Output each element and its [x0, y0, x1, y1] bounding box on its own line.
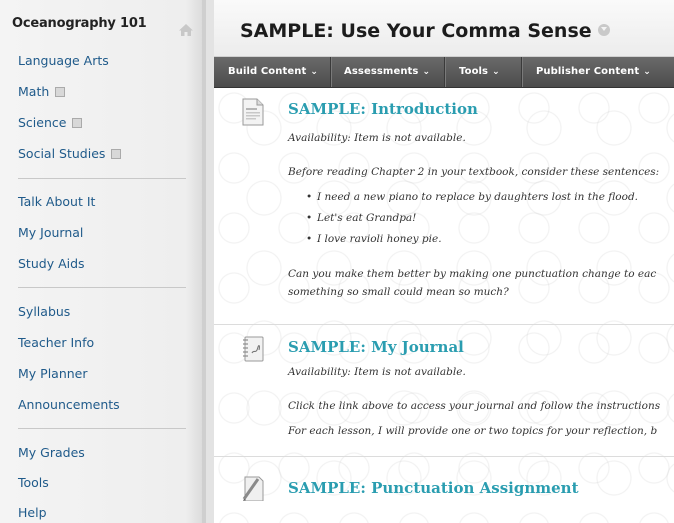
toolbar-divider: [521, 57, 522, 87]
assessments-menu[interactable]: Assessments ⌄: [344, 57, 430, 87]
list-item: I need a new piano to replace by daughte…: [306, 191, 638, 203]
page-title-text: SAMPLE: Use Your Comma Sense: [240, 20, 592, 42]
list-item: Let's eat Grandpa!: [306, 212, 416, 224]
content-area: SAMPLE: Use Your Comma Sense Build Conte…: [214, 0, 674, 523]
sidebar-item-label: My Journal: [18, 225, 84, 240]
sidebar-item-label: Science: [18, 115, 67, 130]
sidebar-item-label: My Planner: [18, 366, 88, 381]
item-divider: [214, 324, 674, 325]
sidebar-gutter: [206, 0, 214, 523]
item-divider: [214, 456, 674, 457]
build-content-menu[interactable]: Build Content ⌄: [228, 57, 318, 87]
sidebar-item-label: Study Aids: [18, 256, 85, 271]
sidebar-item-social-studies[interactable]: Social Studies: [0, 144, 195, 166]
action-toolbar: Build Content ⌄ Assessments ⌄ Tools ⌄ Publi…: [214, 57, 674, 88]
item-description: Can you make them better by making one p…: [288, 268, 657, 280]
journal-icon: [243, 336, 264, 362]
page-header: SAMPLE: Use Your Comma Sense: [214, 0, 674, 57]
hidden-item-icon: [55, 86, 66, 97]
sidebar-item-language-arts[interactable]: Language Arts: [0, 51, 195, 73]
tools-menu[interactable]: Tools ⌄: [459, 57, 500, 87]
toolbar-divider: [444, 57, 445, 87]
course-header: Oceanography 101: [0, 16, 200, 42]
course-menu: Oceanography 101 Language Arts Math Scie…: [0, 0, 202, 523]
sidebar-item-study-aids[interactable]: Study Aids: [0, 254, 195, 276]
publisher-content-menu[interactable]: Publisher Content ⌄: [536, 57, 651, 87]
sidebar-item-teacher-info[interactable]: Teacher Info: [0, 333, 195, 355]
sidebar-item-label: Language Arts: [18, 53, 109, 68]
chevron-down-icon: ⌄: [492, 67, 500, 77]
toolbar-button-label: Build Content: [228, 66, 307, 77]
chevron-down-icon: ⌄: [643, 67, 651, 77]
sidebar-item-label: Help: [18, 505, 47, 520]
chevron-down-icon[interactable]: [597, 23, 610, 36]
item-title-link[interactable]: SAMPLE: Introduction: [288, 100, 478, 118]
item-title-link[interactable]: SAMPLE: My Journal: [288, 338, 464, 356]
toolbar-divider: [330, 57, 331, 87]
item-description: something so small could mean so much?: [288, 286, 509, 298]
item-description: For each lesson, I will provide one or t…: [288, 425, 658, 437]
sidebar-item-my-planner[interactable]: My Planner: [0, 364, 195, 386]
toolbar-button-label: Publisher Content: [536, 66, 640, 77]
app-window: Oceanography 101 Language Arts Math Scie…: [0, 0, 674, 523]
sidebar-item-label: Math: [18, 84, 50, 99]
sidebar-item-syllabus[interactable]: Syllabus: [0, 302, 195, 324]
item-description: Before reading Chapter 2 in your textboo…: [288, 166, 660, 178]
content-list: SAMPLE: Introduction Availability: Item …: [214, 88, 674, 523]
assignment-icon: [242, 476, 264, 501]
toolbar-button-label: Tools: [459, 66, 489, 77]
sidebar-divider: [18, 428, 186, 429]
sidebar-item-science[interactable]: Science: [0, 113, 195, 135]
sidebar-item-label: Social Studies: [18, 146, 106, 161]
page-title: SAMPLE: Use Your Comma Sense: [240, 20, 610, 42]
list-item: I love ravioli honey pie.: [306, 233, 442, 245]
course-title[interactable]: Oceanography 101: [12, 16, 147, 31]
document-icon: [242, 98, 264, 126]
sidebar-item-label: Teacher Info: [18, 335, 95, 350]
item-title-link[interactable]: SAMPLE: Punctuation Assignment: [288, 479, 579, 497]
sidebar-divider: [18, 178, 186, 179]
sidebar-item-my-journal[interactable]: My Journal: [0, 223, 195, 245]
sidebar-item-label: Tools: [18, 475, 49, 490]
sidebar-item-label: Announcements: [18, 397, 120, 412]
item-description: Click the link above to access your jour…: [288, 400, 661, 412]
chevron-down-icon: ⌄: [422, 67, 431, 77]
sidebar-item-math[interactable]: Math: [0, 82, 195, 104]
sidebar-item-talk-about-it[interactable]: Talk About It: [0, 192, 195, 214]
availability-text: Availability: Item is not available.: [288, 132, 466, 144]
sidebar-item-tools[interactable]: Tools: [0, 473, 195, 495]
home-icon[interactable]: [178, 22, 194, 38]
sidebar-item-my-grades[interactable]: My Grades: [0, 443, 195, 465]
toolbar-button-label: Assessments: [344, 66, 419, 77]
hidden-item-icon: [72, 117, 83, 128]
sidebar-divider: [18, 287, 186, 288]
sidebar-item-label: Talk About It: [18, 194, 96, 209]
sidebar-item-label: My Grades: [18, 445, 85, 460]
sidebar-item-announcements[interactable]: Announcements: [0, 395, 195, 417]
sidebar-item-help[interactable]: Help: [0, 503, 195, 523]
hidden-item-icon: [111, 148, 122, 159]
chevron-down-icon: ⌄: [310, 67, 318, 77]
availability-text: Availability: Item is not available.: [288, 366, 466, 378]
sidebar-item-label: Syllabus: [18, 304, 71, 319]
